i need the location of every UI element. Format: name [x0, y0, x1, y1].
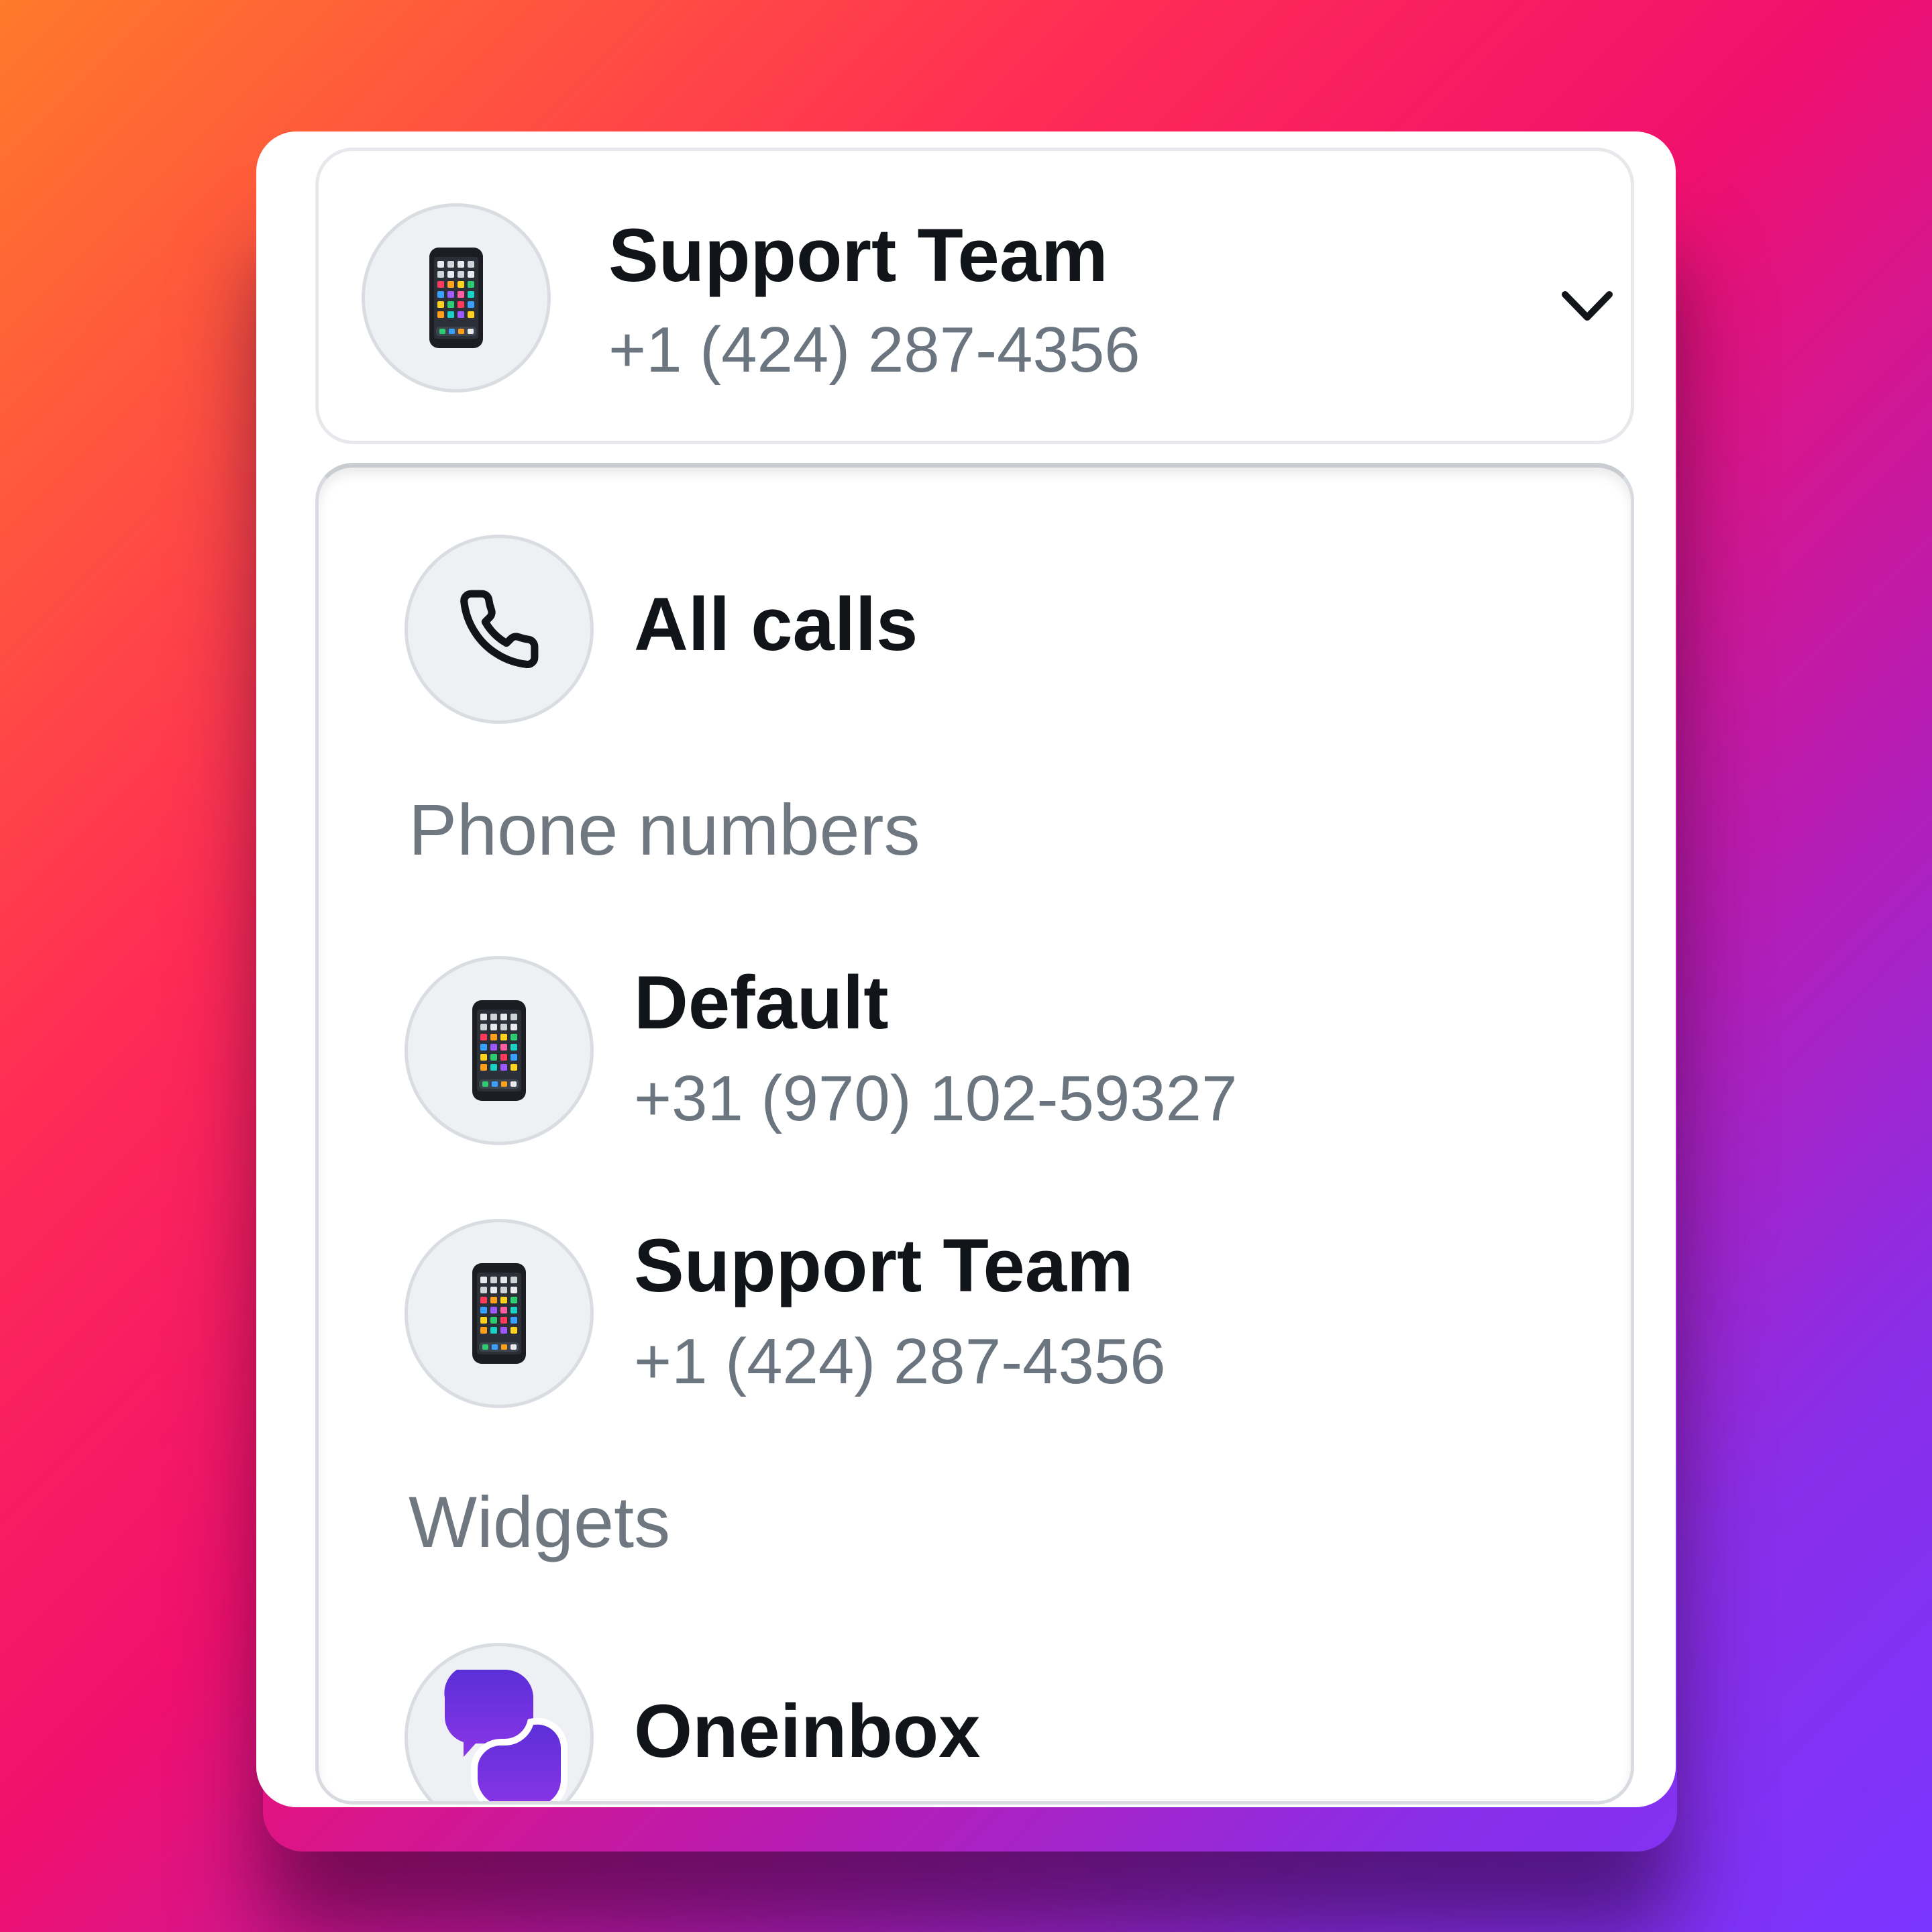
- oneinbox-avatar: [405, 1643, 594, 1801]
- oneinbox-label: Oneinbox: [634, 1689, 981, 1773]
- phone-filter-panel: Support Team +1 (424) 287-4356 All calls…: [256, 131, 1676, 1807]
- all-calls-avatar: [405, 535, 594, 724]
- section-label-phone-numbers: Phone numbers: [409, 789, 920, 870]
- default-label: Default: [634, 961, 889, 1044]
- mobile-phone-icon: [429, 248, 483, 348]
- phone-icon: [460, 590, 539, 669]
- support-team-avatar: [405, 1219, 594, 1408]
- menu-item-phone-support-team[interactable]: Support Team +1 (424) 287-4356: [319, 1200, 1631, 1455]
- section-label-widgets: Widgets: [409, 1481, 671, 1562]
- default-avatar: [405, 956, 594, 1145]
- chevron-down-icon[interactable]: [1557, 276, 1617, 336]
- oneinbox-logo-icon: [444, 1670, 568, 1801]
- selected-avatar: [362, 203, 551, 392]
- selected-phone-label: Support Team: [608, 213, 1108, 297]
- selected-phone-number: +1 (424) 287-4356: [608, 314, 1140, 386]
- support-team-label: Support Team: [634, 1224, 1134, 1307]
- mobile-phone-icon: [472, 1000, 526, 1101]
- phone-number-selector[interactable]: Support Team +1 (424) 287-4356: [315, 148, 1634, 444]
- menu-item-phone-default[interactable]: Default +31 (970) 102-59327: [319, 937, 1631, 1192]
- all-calls-label: All calls: [634, 582, 918, 666]
- mobile-phone-icon: [472, 1263, 526, 1364]
- menu-item-all-calls[interactable]: All calls: [319, 468, 1631, 749]
- phone-filter-dropdown: All calls Phone numbers Default +31 (970…: [315, 463, 1634, 1805]
- menu-item-widget-oneinbox[interactable]: Oneinbox: [319, 1621, 1631, 1801]
- support-team-number: +1 (424) 287-4356: [634, 1326, 1166, 1397]
- default-number: +31 (970) 102-59327: [634, 1063, 1238, 1134]
